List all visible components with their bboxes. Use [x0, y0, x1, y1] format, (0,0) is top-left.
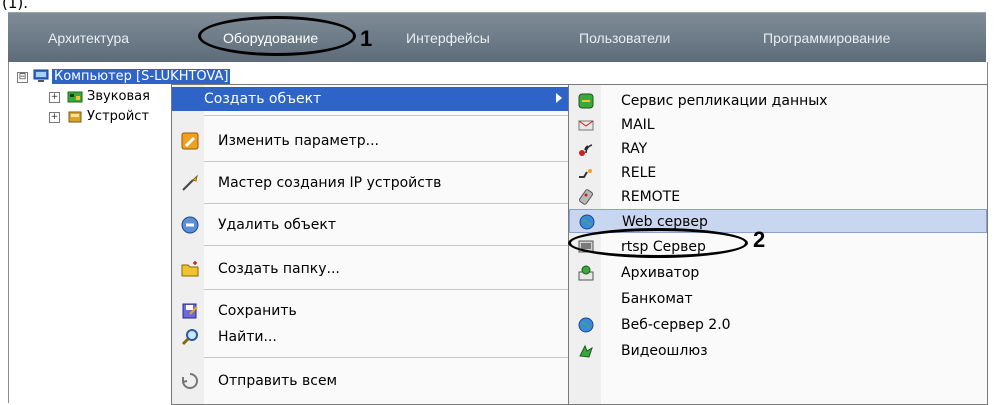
video-gateway-icon [579, 344, 593, 358]
edit-param-icon [181, 132, 199, 150]
replication-icon [578, 93, 594, 109]
tab-users[interactable]: Пользователи [579, 13, 670, 63]
menu-item-label: Мастер создания IP устройств [218, 175, 442, 191]
tab-interfaces[interactable]: Интерфейсы [406, 13, 490, 63]
expand-icon[interactable]: + [49, 92, 60, 103]
menu-separator [204, 161, 570, 162]
context-menu: Создать объект Изменить параметр... Маст… [171, 84, 571, 405]
annotation-number-2: 2 [753, 227, 766, 252]
computer-icon [33, 69, 49, 82]
menu-item-label: Создать объект [204, 91, 322, 107]
menu-item-send-all[interactable]: Отправить всем [172, 369, 570, 393]
sound-card-icon [67, 91, 83, 103]
tree-root-label[interactable]: Компьютер [S-LUKHTOVA] [52, 69, 231, 84]
submenu-item-label: RELE [621, 165, 657, 181]
submenu-item-label: RAY [621, 141, 648, 157]
globe-icon [579, 214, 595, 230]
remote-icon [578, 189, 594, 205]
archiver-icon [578, 265, 594, 281]
menu-separator [204, 203, 570, 204]
submenu-item-ray[interactable]: RAY [569, 137, 987, 161]
submenu-item-label: Веб-сервер 2.0 [621, 317, 731, 333]
menu-item-delete-object[interactable]: Удалить объект [172, 213, 570, 237]
annotation-ellipse-1 [198, 16, 356, 56]
menu-item-edit-param[interactable]: Изменить параметр... [172, 129, 570, 153]
rele-icon [579, 169, 592, 178]
submenu-item-label: REMOTE [621, 189, 681, 205]
annotation-ellipse-2 [568, 228, 748, 258]
submenu-item-replication[interactable]: Сервис репликации данных [569, 89, 987, 113]
submenu-item-label: Архиватор [621, 265, 700, 281]
expand-icon[interactable]: + [49, 112, 60, 123]
menu-item-label: Отправить всем [218, 373, 338, 389]
collapse-icon[interactable]: ⊟ [17, 72, 28, 83]
submenu-item-label: Видеошлюз [621, 343, 708, 359]
delete-icon [181, 216, 199, 234]
submenu-item-atm[interactable]: Банкомат [569, 287, 987, 311]
find-icon [181, 329, 198, 346]
submenu-item-web-server-2[interactable]: Веб-сервер 2.0 [569, 313, 987, 337]
globe-icon [578, 317, 594, 333]
menu-item-label: Изменить параметр... [218, 133, 379, 149]
tree-label-devices[interactable]: Устройст [87, 109, 149, 124]
menu-item-save[interactable]: Сохранить [172, 299, 570, 323]
menu-item-label: Сохранить [218, 303, 297, 319]
menu-item-new-folder[interactable]: Создать папку... [172, 257, 570, 281]
save-icon [182, 303, 198, 319]
menu-separator [204, 289, 570, 290]
tab-programming[interactable]: Программирование [763, 13, 890, 63]
submenu-item-video-gateway[interactable]: Видеошлюз [569, 339, 987, 363]
menu-item-label: Удалить объект [218, 217, 337, 233]
tab-architecture[interactable]: Архитектура [48, 13, 129, 63]
wizard-icon [182, 174, 198, 191]
menu-item-find[interactable]: Найти... [172, 325, 570, 349]
caption-text: (1). [2, 0, 29, 12]
submenu-item-remote[interactable]: REMOTE [569, 185, 987, 209]
send-all-icon [182, 373, 198, 389]
submenu-item-label: Банкомат [621, 291, 693, 307]
menu-item-create-object[interactable]: Создать объект [172, 87, 570, 111]
menu-separator [204, 357, 570, 358]
submenu-item-rele[interactable]: RELE [569, 161, 987, 185]
annotation-number-1: 1 [360, 26, 373, 51]
device-icon [68, 111, 82, 123]
mail-icon [578, 120, 594, 131]
menu-item-label: Создать папку... [218, 261, 340, 277]
submenu-item-archiver[interactable]: Архиватор [569, 261, 987, 285]
tree-label-sound[interactable]: Звуковая [87, 89, 150, 104]
submenu-arrow-icon [556, 93, 562, 103]
submenu-item-label: Сервис репликации данных [621, 93, 828, 109]
new-folder-icon [181, 261, 199, 277]
menu-item-ip-wizard[interactable]: Мастер создания IP устройств [172, 171, 570, 195]
top-tab-bar: Архитектура Оборудование Интерфейсы Поль… [8, 12, 986, 63]
menu-separator [204, 245, 570, 246]
menu-separator [204, 115, 570, 116]
ray-icon [579, 144, 593, 156]
submenu-item-mail[interactable]: MAIL [569, 113, 987, 137]
menu-item-label: Найти... [218, 329, 277, 345]
submenu-item-label: MAIL [621, 117, 655, 133]
